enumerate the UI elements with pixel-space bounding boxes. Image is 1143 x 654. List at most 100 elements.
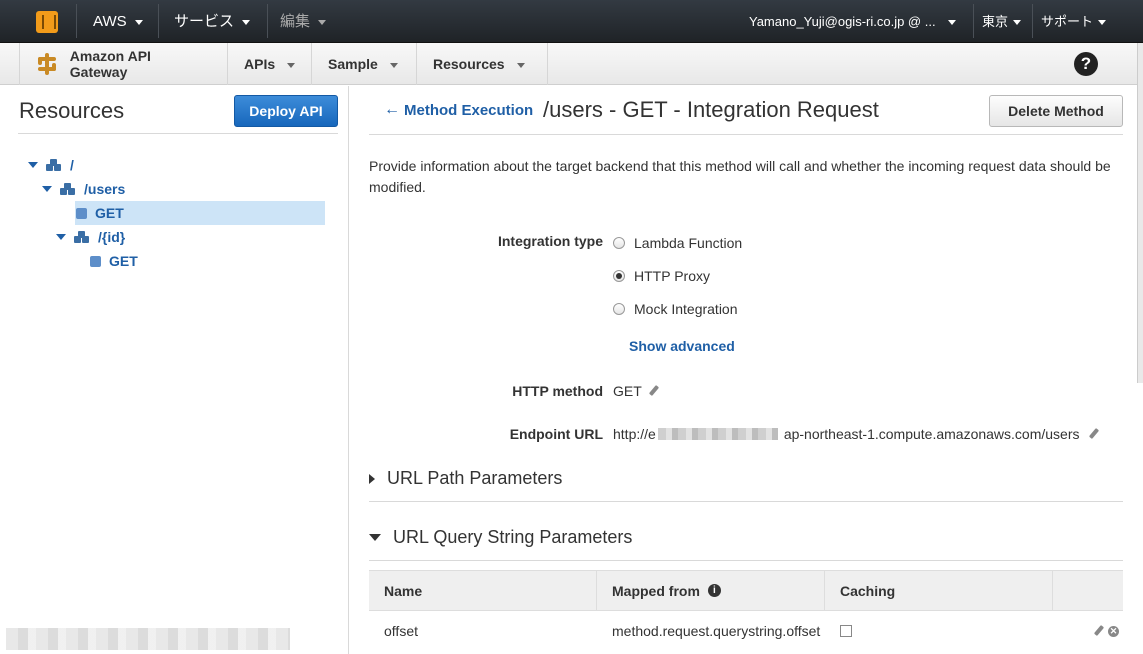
edit-menu[interactable]: 編集 xyxy=(280,0,327,43)
deploy-api-button[interactable]: Deploy API xyxy=(234,95,338,127)
delete-method-button[interactable]: Delete Method xyxy=(989,95,1123,127)
method-cube-icon xyxy=(76,207,87,219)
account-menu-label: Yamano_Yuji@ogis-ri.co.jp @ ... xyxy=(749,13,936,29)
resources-title: Resources xyxy=(19,98,125,123)
chevron-down-icon xyxy=(318,20,327,25)
tree-item-users-get[interactable]: GET xyxy=(76,201,124,225)
info-icon[interactable]: i xyxy=(707,584,721,597)
divider xyxy=(18,133,338,134)
redacted-area xyxy=(657,428,778,440)
caret-down-icon xyxy=(56,234,66,240)
caret-down-icon xyxy=(42,186,52,192)
aws-menu-label: AWS xyxy=(93,12,127,30)
column-header-caching: Caching xyxy=(825,571,1053,610)
radio-button[interactable] xyxy=(613,270,625,282)
delete-icon[interactable]: ✕ xyxy=(1108,625,1119,637)
tree-item-users[interactable]: /users xyxy=(42,177,125,201)
chevron-down-icon xyxy=(287,62,296,68)
radio-label: Mock Integration xyxy=(634,301,738,317)
resource-icon xyxy=(74,231,90,243)
row-actions: ✕ xyxy=(1053,611,1123,651)
pencil-icon[interactable] xyxy=(1088,428,1100,440)
api-gateway-icon xyxy=(36,53,58,75)
url-path-parameters-section[interactable]: URL Path Parameters xyxy=(369,468,562,489)
divider xyxy=(76,4,77,38)
chevron-down-icon xyxy=(1098,20,1107,25)
radio-lambda-function[interactable]: Lambda Function xyxy=(613,235,742,251)
integration-type-label: Integration type xyxy=(497,233,603,249)
tree-item-label: /users xyxy=(84,181,126,197)
chevron-down-icon xyxy=(1013,20,1022,25)
section-title: URL Query String Parameters xyxy=(393,527,633,547)
divider xyxy=(1032,4,1033,38)
caret-down-icon xyxy=(28,162,38,168)
api-selector-label: Sample xyxy=(328,56,378,72)
resources-panel: Resources Deploy API / /users GET /{id} … xyxy=(0,86,349,654)
query-parameters-table: Name Mapped from i Caching offset method… xyxy=(369,570,1123,651)
resources-menu[interactable]: Resources xyxy=(417,43,548,85)
cell-mapped-from: method.request.querystring.offset xyxy=(612,623,821,639)
table-row: offset method.request.querystring.offset… xyxy=(369,611,1123,651)
region-menu-label: 東京 xyxy=(982,13,1009,29)
region-menu[interactable]: 東京 xyxy=(982,0,1022,43)
top-navigation-bar: AWS サービス 編集 Yamano_Yuji@ogis-ri.co.jp @ … xyxy=(0,0,1143,43)
radio-mock-integration[interactable]: Mock Integration xyxy=(613,301,738,317)
scrollbar[interactable] xyxy=(1137,43,1143,383)
http-method-value: GET xyxy=(613,383,660,399)
pencil-icon[interactable] xyxy=(648,385,660,397)
apis-menu[interactable]: APIs xyxy=(228,43,312,85)
help-icon[interactable]: ? xyxy=(1074,52,1098,76)
column-header-label: Caching xyxy=(840,582,896,599)
arrow-left-icon: ← xyxy=(384,101,400,118)
aws-menu[interactable]: AWS xyxy=(93,0,143,43)
pencil-icon[interactable] xyxy=(1093,625,1105,637)
api-gateway-home-link[interactable]: Amazon API Gateway xyxy=(20,43,228,85)
column-header-label: Mapped from xyxy=(612,582,700,599)
caret-right-icon xyxy=(369,473,375,484)
tree-item-label: GET xyxy=(95,205,124,221)
radio-button[interactable] xyxy=(613,237,625,249)
support-menu-label: サポート xyxy=(1041,13,1094,29)
url-query-string-parameters-section[interactable]: URL Query String Parameters xyxy=(369,527,632,548)
resource-icon xyxy=(60,183,76,195)
divider xyxy=(0,43,20,85)
tree-item-root[interactable]: / xyxy=(28,153,74,177)
divider xyxy=(973,4,974,38)
http-method-label: HTTP method xyxy=(512,383,603,399)
account-menu[interactable]: Yamano_Yuji@ogis-ri.co.jp @ ... xyxy=(749,0,956,43)
radio-http-proxy[interactable]: HTTP Proxy xyxy=(613,268,710,284)
endpoint-url-value: http://e ap-northeast-1.compute.amazonaw… xyxy=(613,426,1100,442)
back-link-label: Method Execution xyxy=(404,101,534,119)
endpoint-url-label: Endpoint URL xyxy=(509,426,603,442)
method-execution-link[interactable]: ← Method Execution xyxy=(384,101,533,119)
column-header-mapped-from: Mapped from i xyxy=(597,571,825,610)
caret-down-icon xyxy=(369,534,381,541)
chevron-down-icon xyxy=(947,20,956,25)
resources-menu-label: Resources xyxy=(433,56,505,72)
service-name: Amazon API Gateway xyxy=(69,48,151,80)
support-menu[interactable]: サポート xyxy=(1041,0,1107,43)
radio-button[interactable] xyxy=(613,303,625,315)
redacted-area xyxy=(6,628,290,650)
tree-item-id-get[interactable]: GET xyxy=(90,249,138,273)
services-menu[interactable]: サービス xyxy=(174,0,251,43)
radio-label: Lambda Function xyxy=(634,235,743,251)
radio-label: HTTP Proxy xyxy=(634,268,710,284)
section-title: URL Path Parameters xyxy=(387,468,563,488)
cell-name: offset xyxy=(384,623,418,639)
service-navigation-bar: Amazon API Gateway APIs Sample Resources xyxy=(0,43,1143,85)
chevron-down-icon xyxy=(389,62,398,68)
services-menu-label: サービス xyxy=(174,12,235,30)
api-selector[interactable]: Sample xyxy=(312,43,417,85)
tree-item-label: GET xyxy=(109,253,138,269)
chevron-down-icon xyxy=(516,62,525,68)
tree-item-id[interactable]: /{id} xyxy=(56,225,125,249)
column-header-name: Name xyxy=(369,571,597,610)
aws-logo-icon[interactable] xyxy=(24,6,70,38)
method-cube-icon xyxy=(90,255,101,267)
show-advanced-link[interactable]: Show advanced xyxy=(629,338,735,354)
endpoint-url-suffix: ap-northeast-1.compute.amazonaws.com/use… xyxy=(783,426,1080,442)
edit-menu-label: 編集 xyxy=(280,12,311,30)
cell-caching xyxy=(825,611,1053,651)
caching-checkbox[interactable] xyxy=(840,625,852,637)
